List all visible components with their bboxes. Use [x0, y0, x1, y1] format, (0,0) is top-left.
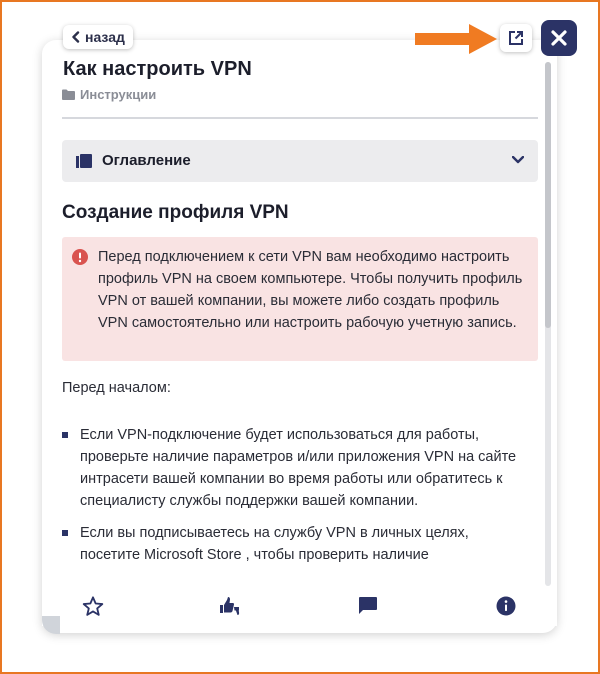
section-heading: Создание профиля VPN [62, 202, 289, 223]
scrollbar[interactable] [545, 62, 551, 586]
star-icon[interactable] [82, 596, 104, 617]
divider [62, 117, 538, 119]
thumbs-icon[interactable] [219, 596, 243, 616]
list-item-text: Если VPN-подключение будет использоватьс… [80, 427, 517, 509]
arrow-icon [415, 24, 497, 54]
book-stack-icon [76, 154, 92, 168]
list-item: Если вы подписываетесь на службу VPN в л… [62, 522, 524, 566]
intro-text: Перед началом: [62, 380, 171, 396]
comment-icon[interactable] [358, 596, 378, 616]
close-icon [551, 30, 567, 46]
close-button[interactable] [541, 20, 577, 56]
folder-icon [62, 89, 75, 100]
category-label: Инструкции [80, 87, 157, 102]
list-item: Если VPN-подключение будет использоватьс… [62, 424, 524, 512]
info-icon[interactable] [496, 596, 516, 616]
toc-label: Оглавление [102, 152, 191, 169]
table-of-contents-toggle[interactable]: Оглавление [62, 140, 538, 182]
alert-icon [72, 249, 88, 265]
alert-text: Перед подключением к сети VPN вам необхо… [98, 249, 523, 331]
article-content: Как настроить VPN Инструкции Оглавление … [42, 40, 557, 585]
back-button[interactable]: назад [63, 25, 133, 49]
bullet-marker [62, 530, 68, 536]
external-link-icon [509, 31, 523, 45]
chevron-down-icon [512, 156, 524, 164]
chevron-left-icon [72, 31, 80, 43]
open-external-button[interactable] [500, 24, 532, 52]
scroll-thumb[interactable] [545, 62, 551, 328]
alert-box: Перед подключением к сети VPN вам необхо… [62, 237, 538, 361]
bullet-marker [62, 432, 68, 438]
article-category: Инструкции [62, 87, 156, 102]
feedback-bar [42, 586, 557, 626]
article-title: Как настроить VPN [63, 58, 252, 80]
back-label: назад [85, 29, 125, 45]
list-item-text: Если вы подписываетесь на службу VPN в л… [80, 525, 469, 563]
bullet-list: Если VPN-подключение будет использоватьс… [62, 424, 524, 576]
